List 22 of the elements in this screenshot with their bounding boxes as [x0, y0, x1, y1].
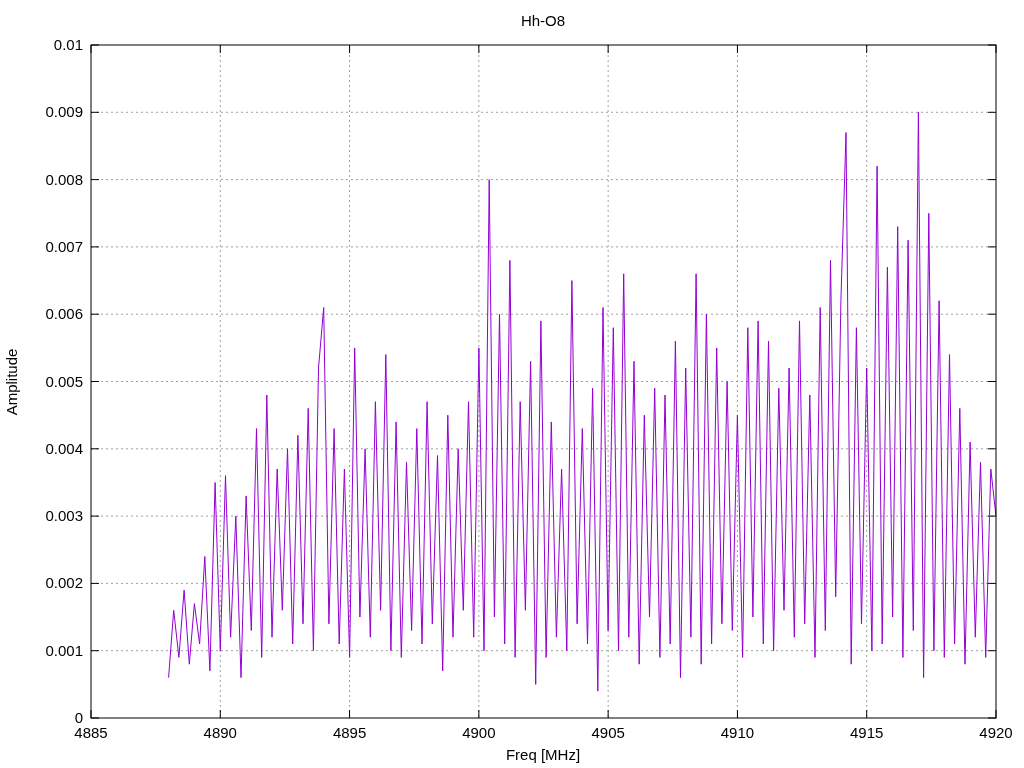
- tick-label: 0.004: [45, 439, 83, 457]
- tick-label: 4910: [720, 724, 755, 741]
- tick-label: 4920: [979, 724, 1013, 741]
- tick-label: 4890: [203, 724, 237, 741]
- tick-label: 0.006: [45, 305, 83, 323]
- x-axis-label: Freq [MHz]: [505, 746, 581, 763]
- tick-label: 4885: [74, 724, 108, 741]
- tick-label: 4915: [850, 724, 884, 741]
- tick-label: 0: [74, 709, 83, 726]
- tick-label: 0.01: [53, 36, 83, 53]
- tick-label: 0.005: [45, 372, 83, 390]
- tick-label: 4895: [332, 724, 367, 741]
- tick-label: 4905: [591, 724, 625, 741]
- tick-label: 0.003: [45, 507, 83, 525]
- tick-label: 0.009: [45, 103, 83, 121]
- tick-label: 0.007: [45, 237, 83, 255]
- y-axis-label: Amplitude: [3, 348, 20, 416]
- tick-label: 0.008: [45, 170, 83, 188]
- tick-label: 0.001: [45, 641, 83, 659]
- tick-label: 4900: [462, 724, 496, 741]
- chart-title: Hh-O8: [520, 12, 566, 29]
- tick-label: 0.002: [45, 574, 83, 592]
